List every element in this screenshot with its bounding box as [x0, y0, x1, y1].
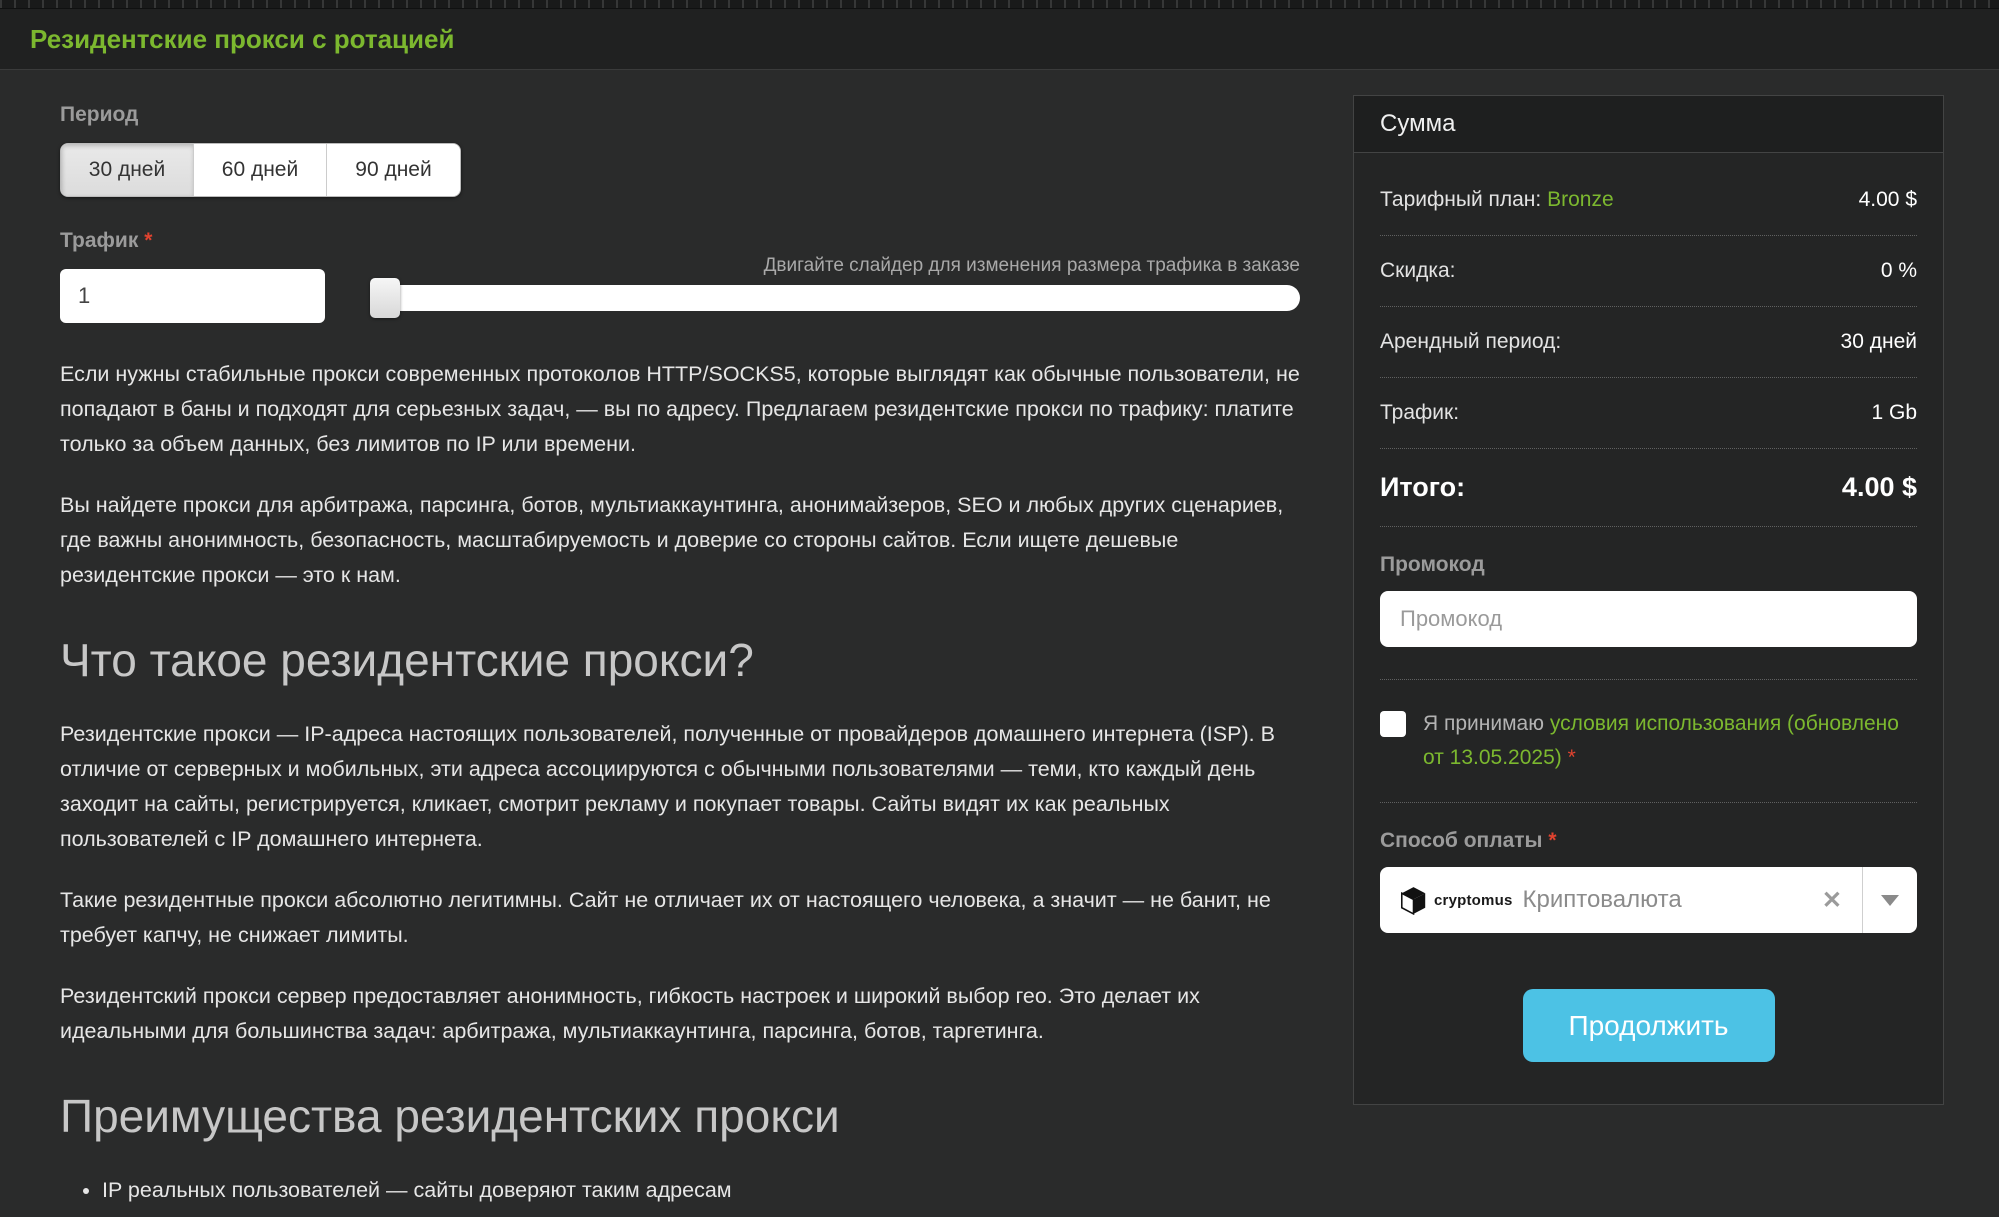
top-border-pattern	[0, 0, 1999, 9]
discount-label: Скидка:	[1380, 259, 1456, 283]
promo-input[interactable]	[1380, 591, 1917, 647]
divider	[1380, 526, 1917, 527]
rent-period-value: 30 дней	[1841, 330, 1917, 354]
clear-selection-icon[interactable]: ✕	[1802, 886, 1862, 915]
main-content: Период 30 дней 60 дней 90 дней Трафик * …	[0, 70, 1999, 1208]
terms-row: Я принимаю условия использования (обновл…	[1380, 707, 1917, 775]
page-header: Резидентские прокси с ротацией	[0, 9, 1999, 70]
payment-method-name: Криптовалюта	[1523, 886, 1802, 914]
list-item: IP реальных пользователей — сайты доверя…	[102, 1173, 1300, 1208]
slider-hint: Двигайте слайдер для изменения размера т…	[370, 255, 1300, 277]
section-heading-what: Что такое резидентские прокси?	[60, 633, 1300, 687]
period-label: Период	[60, 103, 1300, 127]
required-asterisk: *	[144, 229, 152, 252]
divider	[1380, 679, 1917, 680]
chevron-down-icon	[1881, 895, 1899, 906]
summary-row-traffic: Трафик: 1 Gb	[1380, 378, 1917, 448]
article-paragraph: Резидентский прокси сервер предоставляет…	[60, 979, 1300, 1049]
rent-period-label: Арендный период:	[1380, 330, 1561, 354]
intro-paragraph: Вы найдете прокси для арбитража, парсинг…	[60, 488, 1300, 593]
traffic-controls: Двигайте слайдер для изменения размера т…	[60, 269, 1300, 323]
benefits-list: IP реальных пользователей — сайты доверя…	[60, 1173, 1300, 1208]
terms-checkbox[interactable]	[1380, 711, 1406, 737]
intro-paragraph: Если нужны стабильные прокси современных…	[60, 357, 1300, 462]
section-heading-benefits: Преимущества резидентских прокси	[60, 1089, 1300, 1143]
period-button-group: 30 дней 60 дней 90 дней	[60, 143, 461, 197]
cryptomus-icon	[1400, 886, 1427, 915]
total-label: Итого:	[1380, 472, 1465, 503]
page-title: Резидентские прокси с ротацией	[30, 24, 454, 55]
period-option-90[interactable]: 90 дней	[327, 144, 460, 196]
plan-label: Тарифный план:	[1380, 188, 1541, 211]
traffic-row-label: Трафик:	[1380, 401, 1459, 425]
traffic-slider-block: Двигайте слайдер для изменения размера т…	[370, 269, 1300, 323]
summary-row-plan: Тарифный план: Bronze 4.00 $	[1380, 165, 1917, 235]
plan-price: 4.00 $	[1859, 188, 1917, 212]
period-option-30[interactable]: 30 дней	[61, 144, 194, 196]
summary-row-total: Итого: 4.00 $	[1380, 449, 1917, 526]
traffic-input[interactable]	[60, 269, 325, 323]
traffic-row-value: 1 Gb	[1871, 401, 1917, 425]
traffic-slider[interactable]	[370, 285, 1300, 311]
payment-brand: cryptomus	[1434, 892, 1513, 909]
plan-name: Bronze	[1547, 188, 1614, 211]
order-summary-panel: Сумма Тарифный план: Bronze 4.00 $ Скидк…	[1353, 95, 1944, 1105]
summary-body: Тарифный план: Bronze 4.00 $ Скидка: 0 %…	[1354, 153, 1943, 1104]
terms-prefix: Я принимаю	[1423, 712, 1550, 735]
summary-row-period: Арендный период: 30 дней	[1380, 307, 1917, 377]
summary-title: Сумма	[1380, 110, 1917, 138]
summary-row-discount: Скидка: 0 %	[1380, 236, 1917, 306]
required-asterisk: *	[1548, 829, 1556, 852]
required-asterisk: *	[1568, 746, 1576, 769]
promo-label: Промокод	[1380, 553, 1917, 577]
payment-method-label: Способ оплаты *	[1380, 829, 1917, 853]
total-value: 4.00 $	[1842, 472, 1917, 503]
payment-method-select[interactable]: cryptomus Криптовалюта ✕	[1380, 867, 1917, 933]
period-option-60[interactable]: 60 дней	[194, 144, 327, 196]
article-paragraph: Резидентские прокси — IP-адреса настоящи…	[60, 717, 1300, 857]
continue-button[interactable]: Продолжить	[1523, 989, 1775, 1062]
summary-header: Сумма	[1354, 96, 1943, 153]
discount-value: 0 %	[1881, 259, 1917, 283]
article-paragraph: Такие резидентные прокси абсолютно легит…	[60, 883, 1300, 953]
article: Если нужны стабильные прокси современных…	[60, 357, 1300, 1208]
traffic-slider-handle[interactable]	[370, 278, 400, 318]
dropdown-toggle[interactable]	[1863, 867, 1917, 933]
traffic-label: Трафик *	[60, 229, 1300, 253]
order-configurator: Период 30 дней 60 дней 90 дней Трафик * …	[60, 95, 1300, 1208]
divider	[1380, 802, 1917, 803]
